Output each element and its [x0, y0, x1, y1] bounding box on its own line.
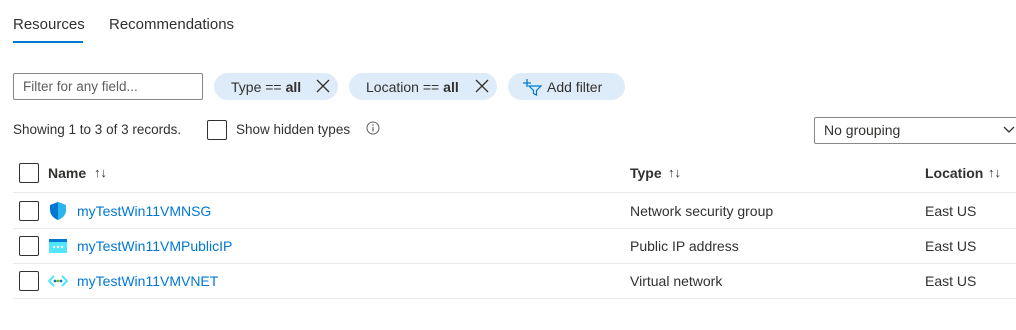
divider: [13, 263, 1016, 264]
resource-link[interactable]: myTestWin11VMPublicIP: [77, 238, 232, 254]
row-checkbox[interactable]: [19, 271, 39, 291]
resource-location: East US: [925, 273, 977, 289]
resource-location: East US: [925, 203, 977, 219]
resource-type: Virtual network: [630, 273, 723, 289]
records-count: Showing 1 to 3 of 3 records.: [13, 122, 182, 137]
resource-location: East US: [925, 238, 977, 254]
show-hidden-types-checkbox[interactable]: [207, 120, 227, 140]
type-filter-value: all: [285, 78, 302, 95]
sort-icon[interactable]: ↑↓: [94, 165, 107, 180]
location-filter-key: Location ==: [366, 78, 440, 95]
select-all-checkbox[interactable]: [19, 163, 39, 183]
sort-icon[interactable]: ↑↓: [988, 165, 1001, 180]
public-ip-icon: [49, 239, 67, 253]
row-checkbox[interactable]: [19, 236, 39, 256]
location-filter-value: all: [443, 78, 459, 95]
vnet-icon: [48, 275, 68, 287]
type-filter-pill[interactable]: Type == all: [214, 73, 338, 100]
tab-recommendations[interactable]: Recommendations: [109, 16, 234, 33]
column-header-name[interactable]: Name: [48, 165, 86, 181]
close-icon[interactable]: [316, 79, 330, 93]
column-header-location[interactable]: Location: [925, 165, 983, 181]
divider: [13, 228, 1016, 229]
add-filter-button[interactable]: Add filter: [508, 73, 625, 100]
row-checkbox[interactable]: [19, 201, 39, 221]
add-filter-label: Add filter: [547, 78, 603, 95]
resource-link[interactable]: myTestWin11VMNSG: [77, 203, 211, 219]
divider: [13, 298, 1016, 299]
grouping-dropdown[interactable]: No grouping: [814, 117, 1016, 144]
divider: [13, 192, 1016, 193]
info-icon[interactable]: [366, 121, 380, 135]
location-filter-pill[interactable]: Location == all: [349, 73, 497, 100]
shield-icon: [50, 202, 66, 220]
resource-type: Public IP address: [630, 238, 739, 254]
grouping-selected: No grouping: [824, 122, 901, 138]
close-icon[interactable]: [475, 79, 489, 93]
active-tab-indicator: [13, 41, 83, 43]
sort-icon[interactable]: ↑↓: [668, 165, 681, 180]
column-header-type[interactable]: Type: [630, 165, 662, 181]
tab-resources[interactable]: Resources: [13, 16, 85, 33]
filter-input[interactable]: [13, 73, 203, 100]
resource-type: Network security group: [630, 203, 774, 219]
chevron-down-icon: [1003, 126, 1015, 133]
show-hidden-types-label: Show hidden types: [236, 122, 351, 137]
type-filter-key: Type ==: [231, 78, 282, 95]
add-filter-icon: [523, 78, 543, 96]
resource-link[interactable]: myTestWin11VMVNET: [77, 273, 218, 289]
